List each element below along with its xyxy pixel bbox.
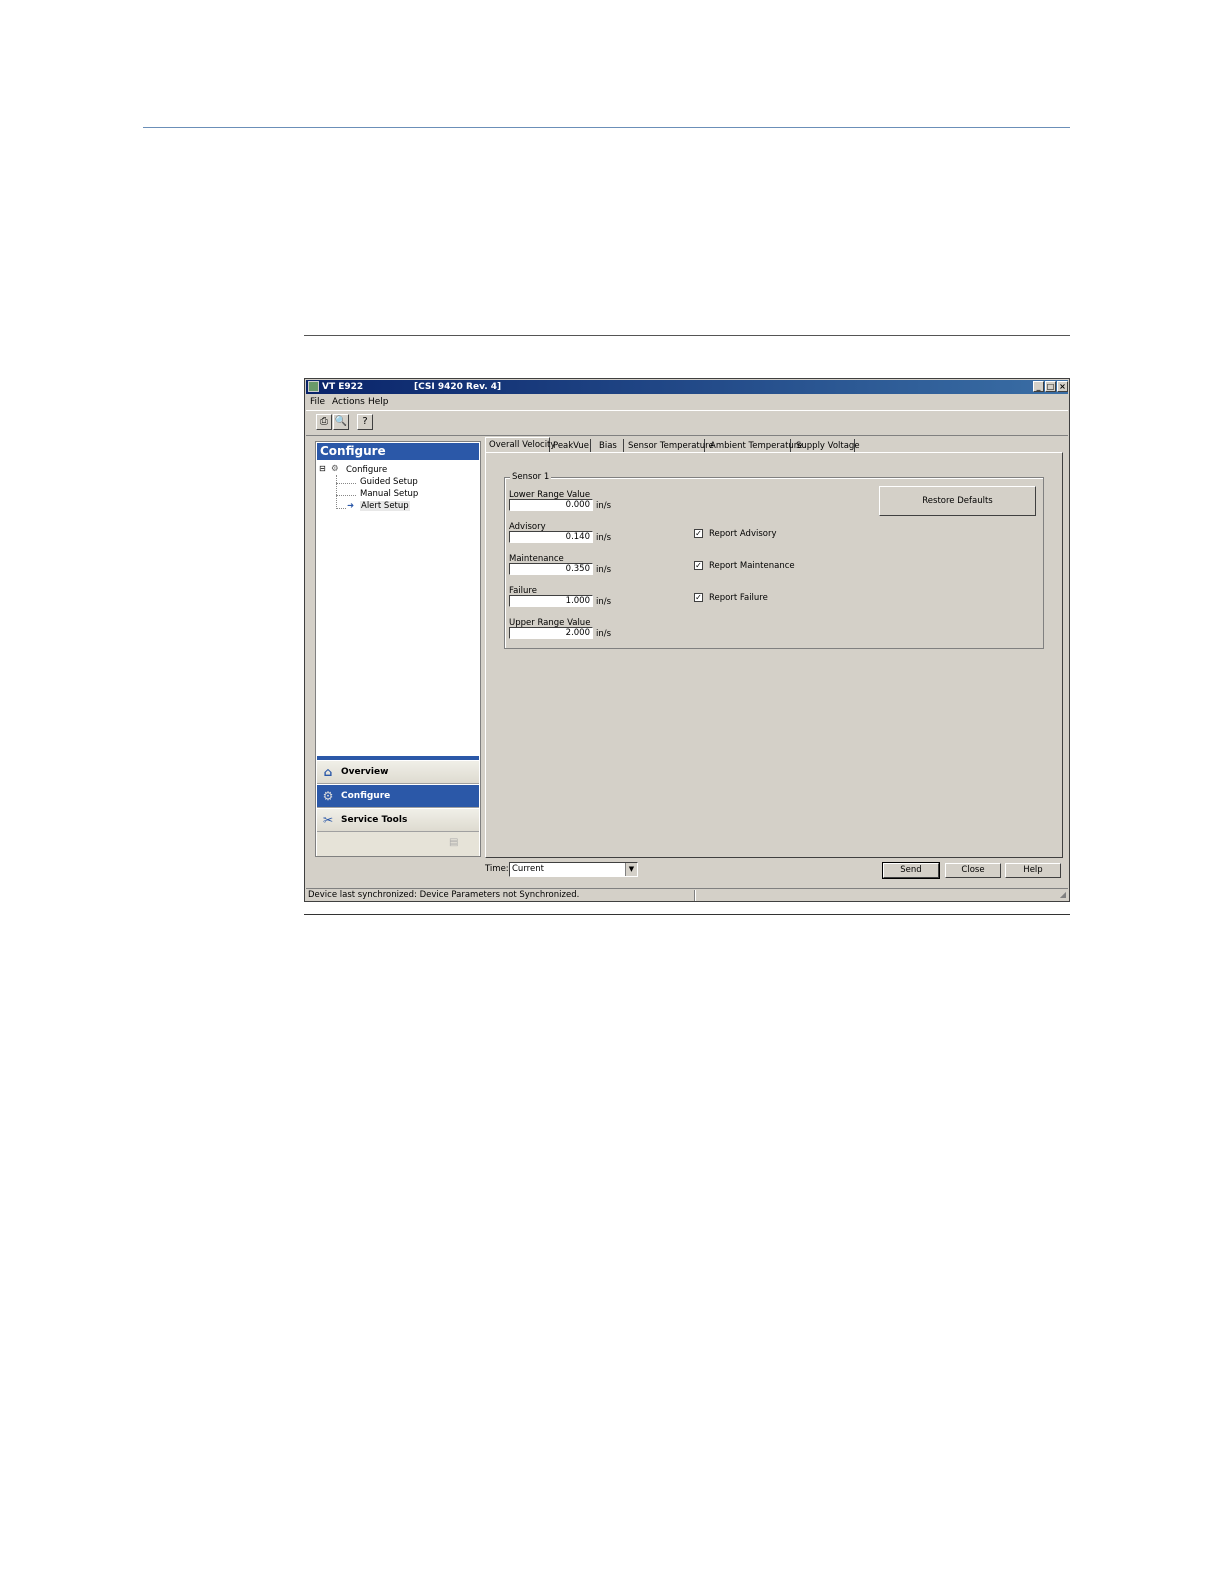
- failure-unit: in/s: [596, 597, 612, 607]
- close-button[interactable]: ×: [1057, 381, 1068, 392]
- report-failure-checkbox[interactable]: ✓: [694, 593, 703, 602]
- menu-actions[interactable]: Actions: [332, 395, 365, 409]
- page-top-rule: [143, 127, 1070, 128]
- figure-bottom-rule: [304, 914, 1070, 915]
- restore-defaults-button[interactable]: Restore Defaults: [879, 486, 1036, 516]
- tab-sensor-temperature[interactable]: Sensor Temperature: [625, 439, 714, 453]
- time-select-value: Current: [512, 864, 544, 874]
- status-text: Device last synchronized: Device Paramet…: [308, 890, 580, 900]
- upper-range-unit: in/s: [596, 629, 612, 639]
- group-title: Sensor 1: [510, 472, 552, 482]
- tree-collapse-icon[interactable]: ⊟: [319, 464, 326, 473]
- status-divider: [694, 890, 696, 901]
- nav-service-tools-label: Service Tools: [341, 815, 408, 825]
- sensor-groupbox: Sensor 1 Lower Range Value 0.000 in/s Ad…: [504, 472, 1044, 649]
- home-icon: ⌂: [323, 765, 333, 779]
- maintenance-field[interactable]: 0.350: [509, 563, 593, 575]
- tree-root[interactable]: Configure: [346, 465, 387, 475]
- nav-service-tools[interactable]: ✂ Service Tools: [317, 808, 479, 832]
- print-icon: ⎙: [320, 416, 328, 427]
- nav-options-icon[interactable]: ▤: [449, 837, 458, 848]
- time-label: Time:: [485, 864, 509, 874]
- tab-page: Sensor 1 Lower Range Value 0.000 in/s Ad…: [485, 452, 1063, 858]
- advisory-field[interactable]: 0.140: [509, 531, 593, 543]
- report-maintenance-checkbox[interactable]: ✓: [694, 561, 703, 570]
- send-button[interactable]: Send: [882, 862, 940, 879]
- report-maintenance-label: Report Maintenance: [709, 561, 795, 571]
- nav-footer: ▤: [317, 832, 479, 856]
- chevron-down-icon[interactable]: ▼: [625, 863, 637, 876]
- tree-connector: [336, 475, 337, 509]
- tab-peakvue[interactable]: PeakVue: [550, 439, 591, 453]
- tree-connector: [336, 495, 356, 496]
- report-advisory-label: Report Advisory: [709, 529, 777, 539]
- left-panel: Configure ⊟ ⚙ Configure Guided Setup Man…: [315, 441, 481, 857]
- app-icon: [308, 381, 319, 392]
- print-preview-button[interactable]: 🔍: [333, 414, 349, 430]
- tree-connector: [336, 483, 356, 484]
- left-panel-header: Configure: [317, 443, 479, 460]
- help-button[interactable]: Help: [1005, 863, 1061, 878]
- failure-field[interactable]: 1.000: [509, 595, 593, 607]
- advisory-unit: in/s: [596, 533, 612, 543]
- window-subtitle: [CSI 9420 Rev. 4]: [414, 382, 502, 392]
- menu-file[interactable]: File: [310, 395, 325, 409]
- tab-bias[interactable]: Bias: [596, 439, 624, 453]
- window-title: VT E922: [322, 382, 364, 392]
- status-bar: Device last synchronized: Device Paramet…: [306, 888, 1068, 902]
- nav-overview[interactable]: ⌂ Overview: [317, 760, 479, 784]
- configure-icon: ⚙: [322, 789, 334, 803]
- configure-gear-icon: ⚙: [331, 464, 339, 474]
- tree-item-alert-setup[interactable]: Alert Setup: [360, 501, 410, 511]
- close-dialog-button[interactable]: Close: [945, 863, 1001, 878]
- resize-grip-icon[interactable]: ◢: [1060, 888, 1066, 901]
- context-help-button[interactable]: ?: [357, 414, 373, 430]
- report-advisory-checkbox[interactable]: ✓: [694, 529, 703, 538]
- menu-bar: File Actions Help: [306, 395, 1068, 409]
- tools-icon: ✂: [322, 813, 334, 827]
- upper-range-field[interactable]: 2.000: [509, 627, 593, 639]
- tree-item-manual-setup[interactable]: Manual Setup: [360, 489, 418, 499]
- toolbar: ⎙ 🔍 ?: [306, 410, 1068, 436]
- nav-configure-label: Configure: [341, 791, 391, 801]
- tab-supply-voltage[interactable]: Supply Voltage: [793, 439, 860, 453]
- figure-top-rule: [304, 335, 1070, 336]
- title-bar: VT E922 [CSI 9420 Rev. 4] _ □ ×: [306, 380, 1068, 394]
- lower-range-field[interactable]: 0.000: [509, 499, 593, 511]
- arrow-right-icon: ➜: [347, 501, 355, 511]
- print-button[interactable]: ⎙: [316, 414, 332, 430]
- tab-ambient-temperature[interactable]: Ambient Temperature: [707, 439, 802, 453]
- time-select[interactable]: Current ▼: [509, 862, 638, 877]
- minimize-button[interactable]: _: [1033, 381, 1044, 392]
- print-preview-icon: 🔍: [334, 416, 348, 427]
- nav-configure[interactable]: ⚙ Configure: [317, 784, 479, 808]
- nav-overview-label: Overview: [341, 767, 389, 777]
- maximize-button[interactable]: □: [1045, 381, 1056, 392]
- lower-range-unit: in/s: [596, 501, 612, 511]
- maintenance-unit: in/s: [596, 565, 612, 575]
- tree-connector: [336, 508, 346, 509]
- report-failure-label: Report Failure: [709, 593, 768, 603]
- tab-overall-velocity[interactable]: Overall Velocity: [485, 437, 555, 453]
- context-help-icon: ?: [362, 416, 368, 427]
- tree-item-guided-setup[interactable]: Guided Setup: [360, 477, 418, 487]
- menu-help[interactable]: Help: [368, 395, 389, 409]
- device-window: VT E922 [CSI 9420 Rev. 4] _ □ × File Act…: [304, 378, 1070, 902]
